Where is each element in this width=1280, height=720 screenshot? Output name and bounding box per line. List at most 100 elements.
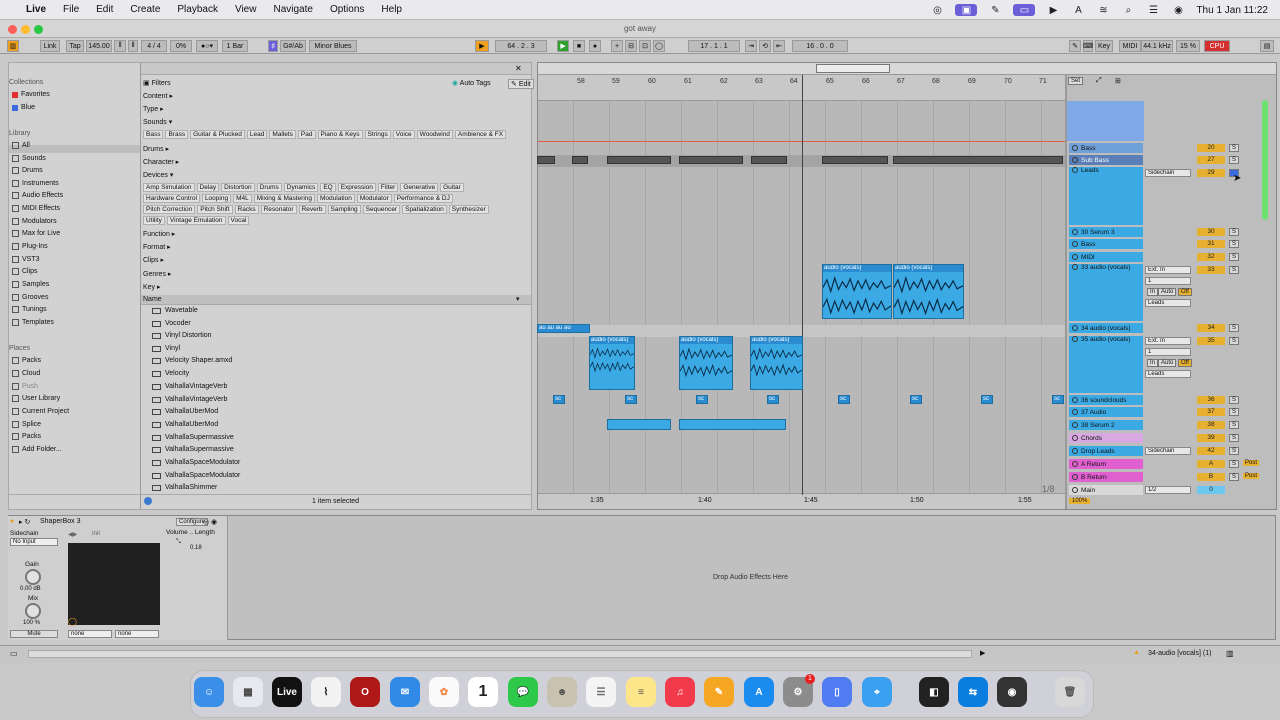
tag-amp-simulation[interactable]: Amp Simulation — [143, 183, 195, 192]
track-activator[interactable]: B — [1197, 473, 1225, 481]
launchpad-icon[interactable]: ▦ — [233, 677, 263, 707]
list-item[interactable]: Vinyl Distortion — [152, 332, 212, 339]
fold-icon[interactable] — [1072, 435, 1078, 441]
tag-piano[interactable]: Piano & Keys — [317, 130, 363, 139]
expand-device-icon[interactable]: ▶ — [980, 649, 985, 657]
split-icon[interactable]: ⊞ — [1115, 77, 1121, 85]
clip-soundclouds[interactable]: sc — [696, 395, 708, 404]
place-push[interactable]: Push — [12, 383, 38, 390]
monitor-auto-button[interactable]: Auto — [1158, 288, 1177, 296]
zoom-display[interactable]: 100% — [1069, 498, 1091, 504]
track-activator[interactable]: 29 — [1197, 169, 1225, 177]
solo-button[interactable]: S — [1229, 434, 1239, 442]
reminders-icon[interactable]: ☰ — [586, 677, 616, 707]
list-item[interactable]: Velocity Shaper.amxd — [152, 357, 232, 364]
track-header-drop-leads[interactable]: Drop Leads — [1069, 446, 1143, 456]
browser-toggle-icon[interactable]: ▥ — [7, 40, 19, 52]
mute-button[interactable]: Mute — [10, 630, 58, 638]
tag-distortion[interactable]: Distortion — [221, 183, 255, 192]
tag-ambience[interactable]: Ambience & FX — [454, 130, 507, 139]
clip-vocals-34[interactable]: au au au au — [537, 324, 590, 333]
overview-strip[interactable] — [538, 63, 1276, 75]
solo-button[interactable]: S — [1229, 421, 1239, 429]
library-modulators[interactable]: Modulators — [12, 218, 57, 225]
time-signature-field[interactable]: 4 / 4 — [141, 40, 167, 52]
place-packs-folder[interactable]: Packs — [12, 433, 41, 440]
link-button[interactable]: Link — [40, 40, 60, 52]
output-menu[interactable]: Leads — [1145, 299, 1191, 307]
preset-name[interactable]: Init — [92, 531, 100, 537]
clip-soundclouds[interactable]: sc — [1052, 395, 1064, 404]
tag-filter[interactable]: Filter — [377, 183, 399, 192]
filter-sounds[interactable]: Sounds ▾ — [143, 118, 172, 126]
track-header-b-return[interactable]: B Return — [1069, 472, 1143, 482]
list-item[interactable]: ValhallaSupermassive — [152, 446, 234, 453]
reenable-automation-icon[interactable]: ⊡ — [639, 40, 651, 52]
library-plugins[interactable]: Plug-Ins — [12, 243, 48, 250]
place-user-library[interactable]: User Library — [12, 395, 60, 402]
filter-content[interactable]: Content ▸ — [143, 92, 173, 100]
window-icon[interactable]: ▭ — [1013, 4, 1036, 16]
opera-icon[interactable]: O — [350, 677, 380, 707]
clip-sub-bass[interactable] — [751, 156, 787, 164]
library-sounds[interactable]: Sounds — [12, 155, 46, 162]
tag-pitch-correction[interactable]: Pitch Correction — [143, 205, 196, 214]
filter-clips[interactable]: Clips ▸ — [143, 256, 164, 264]
tag-synthesizer[interactable]: Synthesizer — [448, 205, 489, 214]
tag-m4l[interactable]: M4L — [233, 194, 252, 203]
calendar-icon[interactable]: 1 — [468, 677, 498, 707]
solo-button[interactable]: S — [1229, 324, 1239, 332]
clip-soundclouds[interactable]: sc — [553, 395, 565, 404]
time-ruler[interactable] — [538, 493, 1065, 509]
track-activator[interactable]: 42 — [1197, 447, 1225, 455]
preset-nav-icon[interactable]: ◀▶ — [68, 531, 77, 538]
scale-mode-icon[interactable]: ♯ — [268, 40, 278, 52]
list-item[interactable]: Vinyl — [152, 345, 180, 352]
fold-icon[interactable] — [1072, 397, 1078, 403]
tag-racks[interactable]: Racks — [234, 205, 259, 214]
punch-out-icon[interactable]: ⇤ — [773, 40, 785, 52]
track-header-midi[interactable]: MIDI — [1069, 252, 1143, 262]
ableton-live-icon[interactable]: Live — [272, 677, 302, 707]
menu-app[interactable]: Live — [26, 4, 46, 15]
splice-app-icon[interactable]: ⌇ — [311, 677, 341, 707]
track-header-sub-bass[interactable]: Sub Bass — [1069, 155, 1143, 165]
fold-icon[interactable] — [1072, 448, 1078, 454]
menu-help[interactable]: Help — [381, 4, 402, 15]
library-instruments[interactable]: Instruments — [12, 180, 59, 187]
track-activator[interactable]: 34 — [1197, 324, 1225, 332]
auto-tags-toggle[interactable]: ◉ Auto Tags — [452, 79, 491, 87]
list-item[interactable]: Velocity — [152, 370, 189, 377]
trash-icon[interactable]: 🗑 — [1055, 677, 1085, 707]
clip-serum-2[interactable] — [679, 419, 786, 430]
track-activator[interactable]: 20 — [1197, 144, 1225, 152]
contacts-icon[interactable]: ☻ — [547, 677, 577, 707]
filter-type[interactable]: Type ▸ — [143, 105, 164, 113]
menu-navigate[interactable]: Navigate — [273, 4, 312, 15]
pages-icon[interactable]: ✎ — [704, 677, 734, 707]
quantization-menu[interactable]: 1 Bar — [222, 40, 248, 52]
arrangement-position-field[interactable]: 64 . 2 . 3 — [495, 40, 547, 52]
filter-devices[interactable]: Devices ▾ — [143, 171, 173, 179]
list-item[interactable]: Vocoder — [152, 320, 191, 327]
fold-icon[interactable] — [1072, 409, 1078, 415]
clock[interactable]: Thu 1 Jan 11:22 — [1196, 5, 1268, 16]
clip-sub-bass[interactable] — [822, 156, 888, 164]
library-all[interactable]: All — [12, 142, 30, 149]
play-circle-icon[interactable]: ▶ — [1046, 4, 1060, 16]
midi-map-button[interactable]: MIDI — [1119, 40, 1141, 52]
mail-icon[interactable]: ✉ — [390, 677, 420, 707]
tag-pad[interactable]: Pad — [297, 130, 316, 139]
list-item[interactable]: ValhallaVintageVerb — [152, 383, 227, 390]
stop-button[interactable]: ■ — [573, 40, 585, 52]
pen-icon[interactable]: ✎ — [988, 4, 1002, 16]
tag-vocal[interactable]: Vocal — [227, 216, 250, 225]
loop-switch-icon[interactable]: ⟲ — [759, 40, 771, 52]
name-column-header[interactable]: Name — [143, 296, 162, 303]
track-header-vocals-35[interactable]: 35 audio (vocals) — [1069, 336, 1143, 393]
solo-button[interactable]: S — [1229, 240, 1239, 248]
clip-soundclouds[interactable]: sc — [767, 395, 779, 404]
track-activator[interactable]: 31 — [1197, 240, 1225, 248]
key-root-menu[interactable]: G#/Ab — [280, 40, 306, 52]
solo-button[interactable]: S — [1229, 396, 1239, 404]
